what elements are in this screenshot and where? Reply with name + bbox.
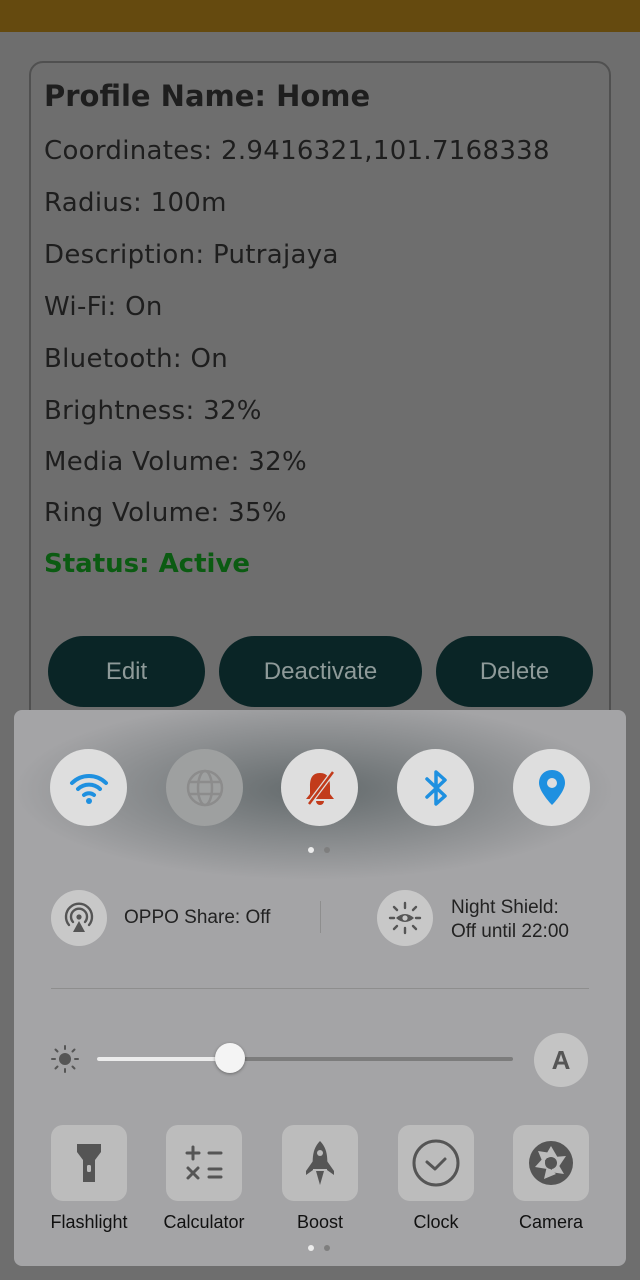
wifi-toggle[interactable] [50,749,127,826]
coordinates-text: Coordinates: 2.9416321,101.7168338 [44,136,550,166]
divider [51,988,589,989]
bluetooth-icon [424,769,447,806]
bluetooth-text: Bluetooth: On [44,344,229,374]
camera-aperture-icon [529,1141,573,1185]
wifi-text: Wi-Fi: On [44,292,163,322]
bluetooth-toggle[interactable] [397,749,474,826]
night-shield-status: Off until 22:00 [451,921,569,942]
night-shield-label: Night Shield: Off until 22:00 [451,896,569,944]
rocket-icon [306,1141,334,1185]
night-shield-button[interactable] [377,890,433,946]
bell-off-icon [305,770,335,805]
toggle-page-indicator [308,847,330,853]
description-text: Description: Putrajaya [44,240,339,270]
oppo-share-icon [64,902,94,932]
auto-brightness-button[interactable]: A [534,1033,588,1087]
brightness-icon [51,1045,79,1073]
flashlight-icon [77,1144,101,1182]
clock-icon [412,1139,460,1187]
calculator-label: Calculator [163,1212,245,1232]
profile-card: Profile Name: Home Coordinates: 2.941632… [29,61,611,751]
calculator-icon [185,1145,223,1180]
oppo-share-button[interactable] [51,890,107,946]
deactivate-button[interactable]: Deactivate [219,636,422,707]
flashlight-shortcut[interactable] [51,1125,127,1201]
brightness-slider-fill [97,1057,231,1061]
brightness-text: Brightness: 32% [44,396,262,426]
divider [320,901,321,933]
globe-toggle[interactable] [166,749,243,826]
flashlight-label: Flashlight [50,1212,128,1232]
page-dot [308,847,314,853]
boost-shortcut[interactable] [282,1125,358,1201]
location-icon [538,769,565,805]
clock-label: Clock [413,1212,459,1232]
page-dot [324,1245,330,1251]
boost-label: Boost [296,1212,344,1232]
profile-title: Profile Name: Home [44,79,371,113]
location-toggle[interactable] [513,749,590,826]
wifi-icon [69,773,108,804]
page-dot [308,1245,314,1251]
auto-brightness-label: A [551,1044,571,1075]
status-text: Status: Active [44,549,251,579]
radius-text: Radius: 100m [44,188,227,218]
shortcut-page-indicator [308,1245,330,1251]
page-dot [324,847,330,853]
media-volume-text: Media Volume: 32% [44,447,307,477]
calculator-shortcut[interactable] [166,1125,242,1201]
clock-shortcut[interactable] [398,1125,474,1201]
globe-icon [186,769,223,806]
delete-button[interactable]: Delete [436,636,593,707]
oppo-share-label: OPPO Share: Off [124,907,271,928]
silent-toggle[interactable] [281,749,358,826]
eye-sun-icon [388,901,422,935]
night-shield-title: Night Shield: [451,897,559,918]
quick-settings-panel: OPPO Share: Off Night Shield: Off until … [14,710,626,1266]
ring-volume-text: Ring Volume: 35% [44,498,287,528]
camera-shortcut[interactable] [513,1125,589,1201]
brightness-slider-thumb[interactable] [215,1043,246,1073]
brightness-slider[interactable] [97,1057,513,1061]
camera-label: Camera [518,1212,584,1232]
status-bar [0,0,640,32]
edit-button[interactable]: Edit [48,636,205,707]
